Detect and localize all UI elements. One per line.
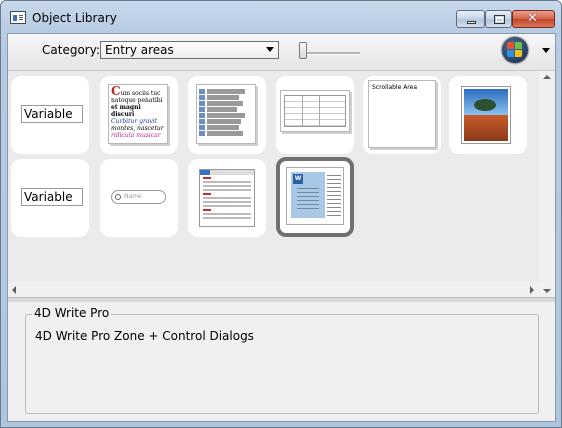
variable-preview: Variable xyxy=(21,105,83,123)
scroll-right-icon[interactable] xyxy=(530,286,534,294)
minimize-icon xyxy=(467,21,476,24)
tile-styled-text[interactable]: Cum sociis tuc natoque penatibi et magni… xyxy=(100,76,178,154)
vertical-scrollbar[interactable] xyxy=(539,71,555,297)
minimize-button[interactable] xyxy=(456,10,485,28)
tile-variable[interactable]: Variable xyxy=(11,76,89,154)
horizontal-scrollbar[interactable] xyxy=(8,282,539,297)
hierarchical-list-preview xyxy=(196,84,256,144)
tile-list-box[interactable] xyxy=(276,76,354,154)
window-title: Object Library xyxy=(32,11,117,25)
title-bar[interactable]: Object Library ✕ xyxy=(1,1,561,33)
styled-text-line: ridicula musicar xyxy=(111,132,161,139)
zoom-slider-thumb[interactable] xyxy=(299,42,307,59)
write-pro-icon: W xyxy=(293,174,303,184)
variable-preview: Variable xyxy=(21,188,83,206)
scrollable-area-preview: Scrollable Area xyxy=(368,80,436,148)
category-label: Category: xyxy=(42,43,100,57)
scroll-down-icon[interactable] xyxy=(543,289,551,293)
object-library-window: Object Library ✕ Category: Entry areas V… xyxy=(0,0,562,428)
styled-text-initial: C xyxy=(111,84,121,98)
library-content: Category: Entry areas Variable Cum socii… xyxy=(7,33,556,422)
options-menu-arrow-icon[interactable] xyxy=(542,48,550,53)
styled-text-line: et magni discuri xyxy=(111,104,141,118)
styled-text-line: Curbitur gravit xyxy=(111,118,158,125)
styled-text-line: montes, nascetur xyxy=(111,125,164,132)
tile-hierarchical-list[interactable] xyxy=(188,76,266,154)
write-pro-preview: W xyxy=(286,167,344,225)
tile-scrollable-area[interactable]: Scrollable Area xyxy=(363,76,441,154)
tile-picture[interactable] xyxy=(449,76,527,154)
write-document-preview xyxy=(199,169,255,227)
category-value: Entry areas xyxy=(105,43,174,57)
scroll-up-icon[interactable] xyxy=(543,75,551,79)
category-select[interactable]: Entry areas xyxy=(100,41,279,59)
tile-search-field[interactable]: Name xyxy=(100,159,178,237)
tile-write-pro[interactable]: W xyxy=(276,157,354,237)
panel-splitter[interactable] xyxy=(8,297,555,302)
search-icon xyxy=(115,194,121,200)
styled-text-preview: Cum sociis tuc natoque penatibi et magni… xyxy=(108,84,168,144)
windows-logo-icon[interactable] xyxy=(502,37,528,63)
tile-write-document[interactable] xyxy=(188,159,266,237)
zoom-slider-track[interactable] xyxy=(300,52,360,55)
styled-text-line: um sociis tuc xyxy=(120,90,161,97)
app-icon xyxy=(10,11,26,24)
scroll-left-icon[interactable] xyxy=(12,286,16,294)
close-icon: ✕ xyxy=(527,11,538,26)
styled-text-line: natoque penatibi xyxy=(111,97,163,104)
object-grid: Variable Cum sociis tuc natoque penatibi… xyxy=(8,71,539,297)
tile-variable-2[interactable]: Variable xyxy=(11,159,89,237)
picture-preview xyxy=(461,86,511,144)
maximize-icon xyxy=(494,15,505,24)
search-field-preview: Name xyxy=(111,190,166,204)
scrollable-area-label: Scrollable Area xyxy=(372,84,418,91)
info-description: 4D Write Pro Zone + Control Dialogs xyxy=(35,329,254,343)
chevron-down-icon xyxy=(266,47,274,52)
list-box-preview xyxy=(280,90,350,132)
info-title: 4D Write Pro xyxy=(32,306,112,320)
close-button[interactable]: ✕ xyxy=(512,10,555,28)
search-placeholder: Name xyxy=(124,193,142,200)
toolbar: Category: Entry areas xyxy=(8,34,555,71)
maximize-button[interactable] xyxy=(485,10,512,28)
